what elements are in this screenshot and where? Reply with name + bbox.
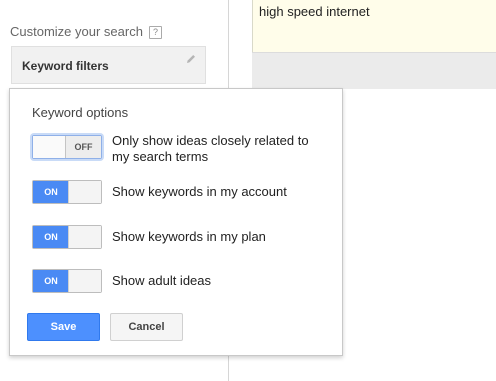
toggle-in-account[interactable]: ON [32,180,102,204]
option-label-in-account: Show keywords in my account [112,184,287,199]
pencil-icon[interactable] [185,53,197,65]
toggle-knob [33,136,67,158]
keyword-filters-panel[interactable]: Keyword filters [11,46,206,84]
toggle-state-label: ON [33,226,69,248]
option-label-in-plan: Show keywords in my plan [112,229,266,244]
option-label-line1: Only show ideas closely related to [112,133,309,148]
option-label-line2: my search terms [112,149,209,164]
help-icon[interactable]: ? [148,26,162,39]
keyword-options-title: Keyword options [32,105,129,120]
toggle-knob [68,181,101,203]
toggle-knob [68,270,101,292]
search-query-text: high speed internet [259,4,370,19]
option-label-adult-ideas: Show adult ideas [112,273,212,288]
keyword-options-popup: Keyword options OFF Only show ideas clos… [9,88,343,356]
toggle-state-label: ON [33,270,69,292]
cancel-button[interactable]: Cancel [110,313,183,341]
customize-search-label: Customize your search [10,24,143,39]
option-label-closely-related: Only show ideas closely related to my se… [112,133,309,165]
keyword-filters-label: Keyword filters [22,59,109,73]
toggle-in-plan[interactable]: ON [32,225,102,249]
results-header-bar [252,52,496,89]
toggle-closely-related[interactable]: OFF [32,135,102,159]
toggle-state-label: ON [33,181,69,203]
toggle-state-label: OFF [65,136,101,158]
toggle-knob [68,226,101,248]
toggle-adult-ideas[interactable]: ON [32,269,102,293]
search-query-box[interactable]: high speed internet [252,0,496,52]
save-button[interactable]: Save [27,313,100,341]
customize-search-header: Customize your search? [10,24,162,39]
